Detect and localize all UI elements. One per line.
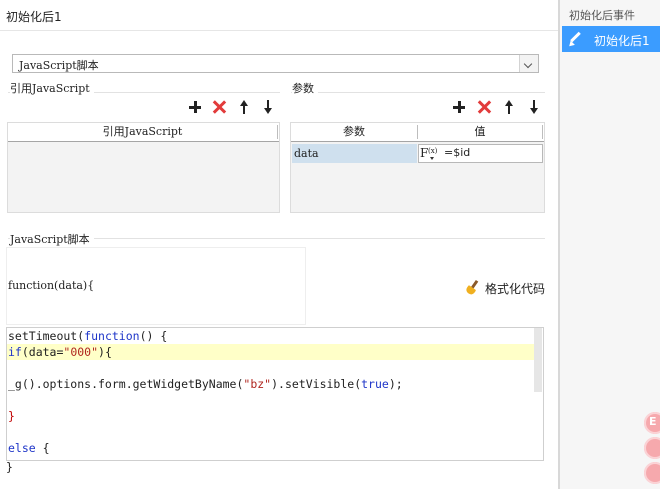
param-value-cell[interactable]: F (x) =$id — [418, 144, 543, 163]
format-code-label: 格式化代码 — [485, 282, 546, 296]
sidebar-item-init-1[interactable]: 初始化后1 — [562, 26, 660, 52]
pencil-icon[interactable] — [567, 31, 583, 49]
column-separator — [277, 125, 278, 139]
function-signature: function(data){ — [8, 279, 95, 292]
chevron-down-icon[interactable] — [519, 55, 538, 72]
params-divider — [291, 92, 545, 93]
floating-button-label: E — [649, 415, 657, 428]
event-sidebar: 初始化后事件 初始化后1 — [560, 0, 660, 489]
closing-brace: } — [6, 460, 13, 474]
params-table: 参数 值 data F (x) =$id — [290, 122, 545, 213]
delete-icon[interactable] — [476, 99, 492, 115]
code-line: } — [8, 409, 15, 423]
code-line: if(data="000"){ — [8, 345, 112, 359]
ref-js-column-header[interactable]: 引用JavaScript — [8, 123, 277, 141]
params-toolbar — [451, 99, 543, 115]
add-icon[interactable] — [187, 99, 203, 115]
vertical-scrollbar[interactable] — [534, 328, 542, 392]
ref-js-table: 引用JavaScript — [7, 122, 280, 213]
code-line: setTimeout(function() { — [8, 329, 168, 343]
add-icon[interactable] — [451, 99, 467, 115]
arrow-up-icon[interactable] — [501, 99, 517, 115]
formula-icon[interactable]: F (x) — [419, 145, 441, 162]
param-name-cell[interactable]: data — [292, 144, 417, 163]
title-divider — [0, 30, 558, 31]
params-table-header: 参数 值 — [291, 123, 544, 142]
brush-icon — [464, 279, 481, 296]
ref-js-toolbar — [187, 99, 277, 115]
script-type-select[interactable]: JavaScript脚本 — [12, 54, 539, 73]
sidebar-item-label: 初始化后1 — [594, 34, 650, 48]
param-name-column-header[interactable]: 参数 — [291, 123, 417, 141]
floating-button[interactable] — [644, 437, 660, 459]
script-type-value: JavaScript脚本 — [19, 59, 99, 72]
code-editor[interactable]: setTimeout(function() { if(data="000"){ … — [6, 327, 544, 461]
delete-icon[interactable] — [211, 99, 227, 115]
code-line: else { — [8, 441, 50, 455]
ref-js-section-label: 引用JavaScript — [10, 80, 94, 96]
event-editor-panel: 初始化后1 JavaScript脚本 引用JavaScript 引用JavaSc… — [0, 0, 560, 489]
param-value-column-header[interactable]: 值 — [418, 123, 542, 141]
floating-button[interactable] — [644, 462, 660, 484]
sidebar-header: 初始化后事件 — [569, 9, 635, 22]
code-line: _g().options.form.getWidgetByName("bz").… — [8, 377, 403, 391]
arrow-down-icon[interactable] — [526, 99, 542, 115]
ref-js-table-header: 引用JavaScript — [8, 123, 279, 142]
params-section-label: 参数 — [292, 80, 318, 96]
column-separator — [542, 125, 543, 139]
dialog-title: 初始化后1 — [6, 10, 62, 24]
arrow-down-icon[interactable] — [260, 99, 276, 115]
param-value-text: =$id — [444, 146, 471, 159]
arrow-up-icon[interactable] — [236, 99, 252, 115]
floating-button[interactable]: E — [644, 412, 660, 434]
script-section-label: JavaScript脚本 — [10, 231, 94, 247]
